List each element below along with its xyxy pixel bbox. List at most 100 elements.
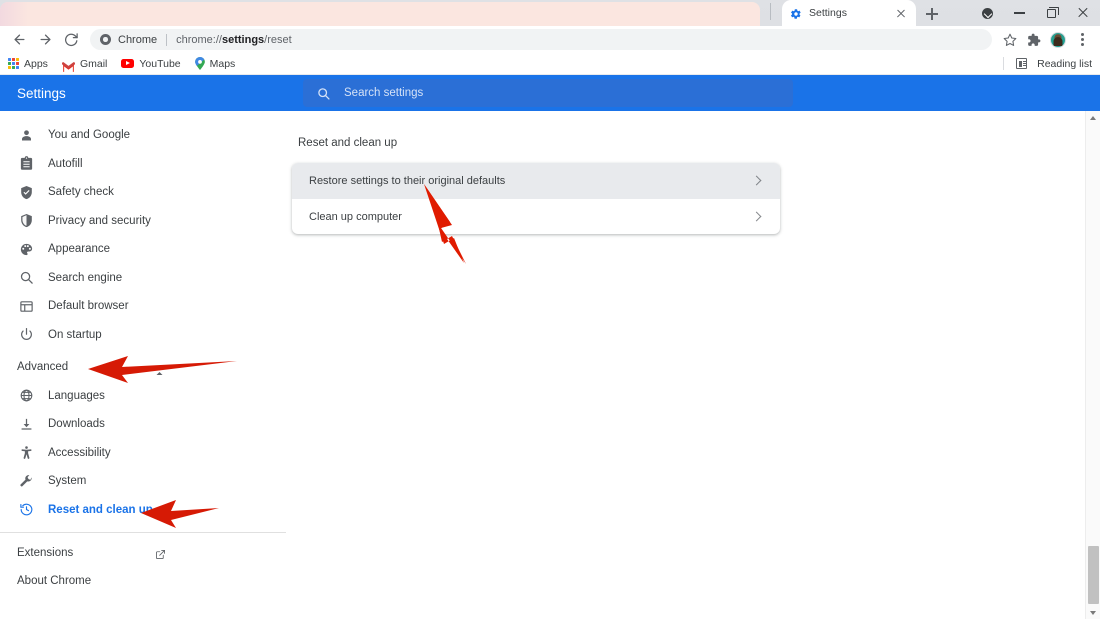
sidebar-item-label: On startup [48, 328, 102, 341]
globe-icon [17, 387, 35, 405]
reload-icon[interactable] [58, 28, 84, 52]
bookmark-youtube[interactable]: YouTube [121, 57, 181, 70]
maximize-icon[interactable] [1036, 0, 1066, 26]
chrome-site-icon [100, 34, 111, 45]
sidebar-item-appearance[interactable]: Appearance [0, 235, 286, 264]
sidebar-item-label: Downloads [48, 418, 105, 431]
chevron-right-icon [751, 175, 762, 186]
tab-close-icon[interactable] [894, 6, 908, 20]
sidebar-item-label: Autofill [48, 157, 83, 170]
back-icon[interactable] [6, 28, 32, 52]
clipboard-icon [17, 155, 35, 173]
sidebar-item-autofill[interactable]: Autofill [0, 150, 286, 179]
shield-icon [17, 212, 35, 230]
sidebar-item-label: You and Google [48, 129, 131, 142]
sidebar-item-you-and-google[interactable]: You and Google [0, 121, 286, 150]
sidebar-item-downloads[interactable]: Downloads [0, 410, 286, 439]
sidebar-item-on-startup[interactable]: On startup [0, 321, 286, 350]
reading-list-divider [1003, 57, 1004, 70]
download-icon[interactable] [972, 0, 1002, 26]
youtube-icon [121, 59, 135, 68]
person-icon [17, 126, 35, 144]
browser-tab-strip: Settings [0, 0, 1100, 26]
profile-avatar[interactable] [1046, 28, 1070, 52]
bookmark-apps[interactable]: Apps [8, 58, 48, 70]
settings-body: You and Google Autofill Safety check Pri… [0, 111, 1100, 619]
sidebar-item-label: Reset and clean up [48, 503, 153, 516]
row-label: Restore settings to their original defau… [309, 174, 506, 187]
sidebar-item-label: Safety check [48, 186, 114, 199]
sidebar-divider [0, 532, 286, 533]
sidebar-footer-label: About Chrome [17, 575, 92, 587]
bookmark-gmail[interactable]: Gmail [61, 57, 108, 72]
omnibox-url: chrome://settings/reset [176, 33, 292, 46]
wrench-icon [17, 472, 35, 490]
external-link-icon [155, 547, 166, 559]
settings-gear-icon [790, 7, 802, 19]
sidebar-footer-label: Extensions [17, 547, 74, 559]
sidebar-item-safety-check[interactable]: Safety check [0, 178, 286, 207]
reading-list-button[interactable]: Reading list [1016, 58, 1092, 70]
gmail-icon [61, 59, 75, 72]
chrome-menu-icon[interactable] [1070, 28, 1094, 52]
close-icon[interactable] [1068, 0, 1098, 26]
search-input[interactable]: Search settings [303, 79, 793, 107]
page-title: Settings [17, 85, 66, 101]
sidebar-item-label: Search engine [48, 271, 123, 284]
section-title: Reset and clean up [298, 137, 398, 149]
chevron-right-icon [751, 211, 762, 222]
sidebar-advanced-toggle[interactable]: Advanced [0, 353, 286, 382]
sidebar-item-extensions[interactable]: Extensions [0, 539, 286, 567]
new-tab-button[interactable] [922, 4, 942, 24]
page-scrollbar[interactable] [1085, 111, 1100, 619]
sidebar-item-about-chrome[interactable]: About Chrome [0, 567, 286, 595]
tab-settings[interactable]: Settings [782, 0, 916, 26]
sidebar-item-privacy-and-security[interactable]: Privacy and security [0, 207, 286, 236]
power-icon [17, 326, 35, 344]
sidebar-item-label: Accessibility [48, 446, 111, 459]
row-label: Clean up computer [309, 210, 402, 223]
settings-main-pane: Reset and clean up Restore settings to t… [286, 111, 1100, 619]
extensions-puzzle-icon[interactable] [1022, 28, 1046, 52]
accessibility-icon [17, 444, 35, 462]
sidebar-advanced-label: Advanced [17, 361, 69, 374]
omnibox-divider [166, 33, 168, 46]
bookmark-label: Maps [209, 57, 236, 70]
browser-window-icon [17, 297, 35, 315]
sidebar-item-default-browser[interactable]: Default browser [0, 292, 286, 321]
bookmark-label: YouTube [139, 57, 181, 70]
row-restore-settings-to-defaults[interactable]: Restore settings to their original defau… [292, 163, 780, 198]
search-placeholder: Search settings [344, 87, 424, 99]
sidebar-item-label: Privacy and security [48, 214, 151, 227]
magnifier-icon [17, 269, 35, 287]
bookmark-label: Gmail [79, 57, 108, 70]
scrollbar-thumb[interactable] [1088, 546, 1099, 604]
omnibox-site-label: Chrome [118, 33, 158, 46]
bookmark-star-icon[interactable] [998, 28, 1022, 52]
sidebar-item-label: Languages [48, 389, 105, 402]
sidebar-item-label: Appearance [48, 243, 111, 256]
address-bar[interactable]: Chrome chrome://settings/reset [90, 29, 992, 50]
restore-clock-icon [17, 501, 35, 519]
scroll-up-button[interactable] [1086, 111, 1100, 125]
sidebar-item-system[interactable]: System [0, 467, 286, 496]
sidebar-item-search-engine[interactable]: Search engine [0, 264, 286, 293]
sidebar-item-languages[interactable]: Languages [0, 382, 286, 411]
sidebar-item-reset-and-clean-up[interactable]: Reset and clean up [0, 496, 286, 525]
tab-title: Settings [809, 7, 847, 19]
settings-sidebar: You and Google Autofill Safety check Pri… [0, 111, 286, 619]
bookmark-label: Apps [24, 57, 48, 70]
background-tab[interactable] [0, 2, 760, 26]
bookmark-maps[interactable]: Maps [194, 57, 236, 70]
settings-header: Settings Search settings [0, 75, 1100, 111]
browser-toolbar: Chrome chrome://settings/reset [0, 26, 1100, 53]
scroll-down-button[interactable] [1086, 606, 1100, 619]
forward-icon[interactable] [32, 28, 58, 52]
search-icon [317, 87, 330, 100]
sidebar-item-label: System [48, 475, 87, 488]
maps-pin-icon [194, 57, 205, 70]
minimize-icon[interactable] [1004, 0, 1034, 26]
reading-list-icon [1016, 58, 1028, 69]
sidebar-item-accessibility[interactable]: Accessibility [0, 439, 286, 468]
row-clean-up-computer[interactable]: Clean up computer [292, 199, 780, 234]
